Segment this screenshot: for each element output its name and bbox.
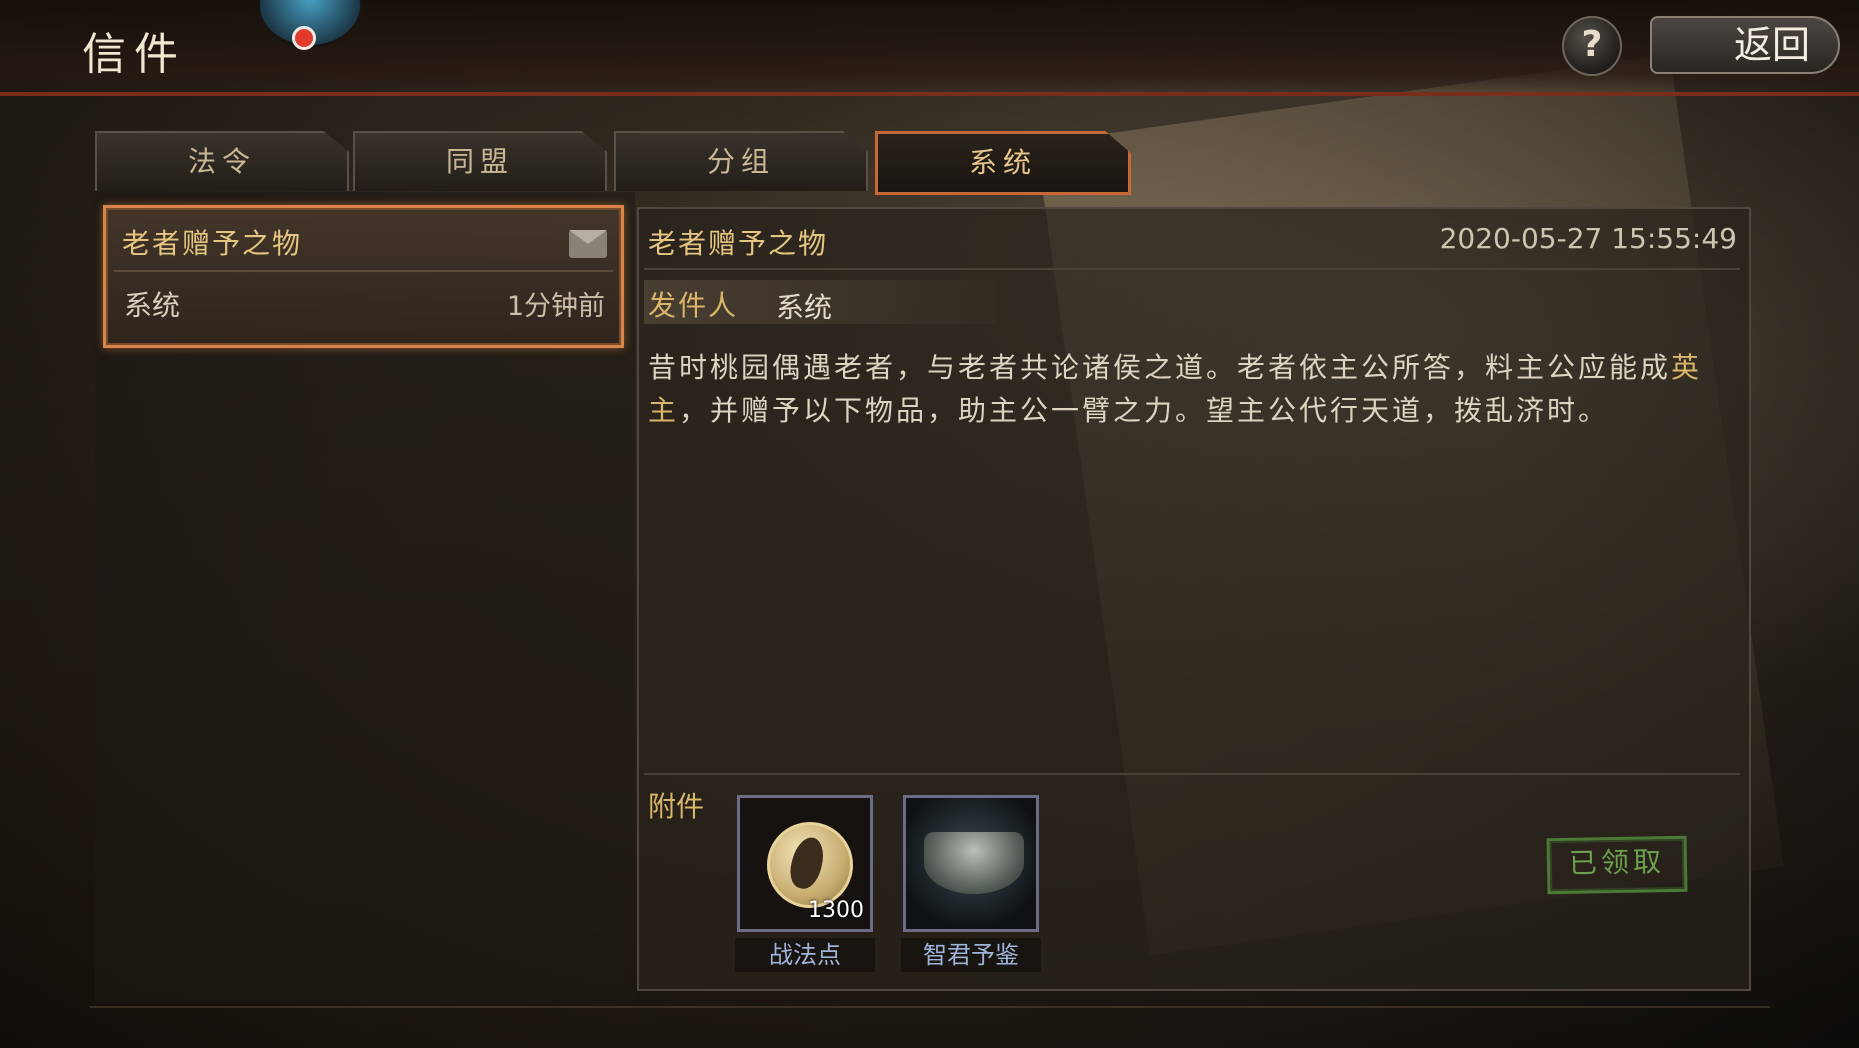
attachment-item-tactics-point[interactable]: 1300	[737, 795, 873, 932]
divider	[644, 773, 1740, 775]
attachment-item-cauldron[interactable]	[903, 795, 1039, 932]
mail-list-item[interactable]: 老者赠予之物 系统 1分钟前	[103, 205, 624, 348]
mail-item-title: 老者赠予之物	[122, 227, 303, 260]
attachment-name: 战法点	[735, 938, 875, 972]
mail-item-sender: 系统	[124, 289, 181, 322]
divider	[644, 268, 1740, 270]
mail-item-time: 1分钟前	[506, 291, 605, 322]
mail-body: 昔时桃园偶遇老者，与老者共论诸侯之道。老者依主公所答，料主公应能成英主，并赠予以…	[648, 346, 1733, 432]
sender-label: 发件人	[648, 289, 739, 322]
tab-system[interactable]: 系统	[875, 131, 1131, 195]
help-button[interactable]: ?	[1562, 16, 1622, 76]
mail-detail-title: 老者赠予之物	[648, 227, 829, 260]
attachment-count: 1300	[808, 898, 864, 923]
mail-body-text: ，并赠予以下物品，助主公一臂之力。望主公代行天道，拨乱济时。	[679, 394, 1610, 427]
tab-decree[interactable]: 法令	[95, 131, 349, 191]
cauldron-icon	[924, 832, 1024, 894]
tab-alliance[interactable]: 同盟	[353, 131, 607, 191]
mail-detail-date: 2020-05-27 15:55:49	[1439, 222, 1737, 255]
divider	[114, 270, 613, 272]
claimed-status-stamp: 已领取	[1546, 835, 1688, 895]
envelope-icon	[569, 230, 607, 258]
attachments-label: 附件	[648, 790, 705, 823]
notification-dot	[292, 26, 316, 50]
page-title: 信件	[82, 29, 186, 80]
back-button[interactable]: 返回	[1650, 16, 1840, 74]
attachment-name: 智君予鉴	[901, 938, 1041, 972]
tactics-point-icon	[767, 822, 853, 908]
top-bar: 信件 ? 返回	[0, 0, 1859, 96]
sender-value: 系统	[776, 291, 833, 324]
tab-group[interactable]: 分组	[614, 131, 868, 191]
bottom-divider	[90, 1006, 1770, 1008]
mail-body-text: 昔时桃园偶遇老者，与老者共论诸侯之道。老者依主公所答，料主公应能成	[648, 351, 1672, 384]
